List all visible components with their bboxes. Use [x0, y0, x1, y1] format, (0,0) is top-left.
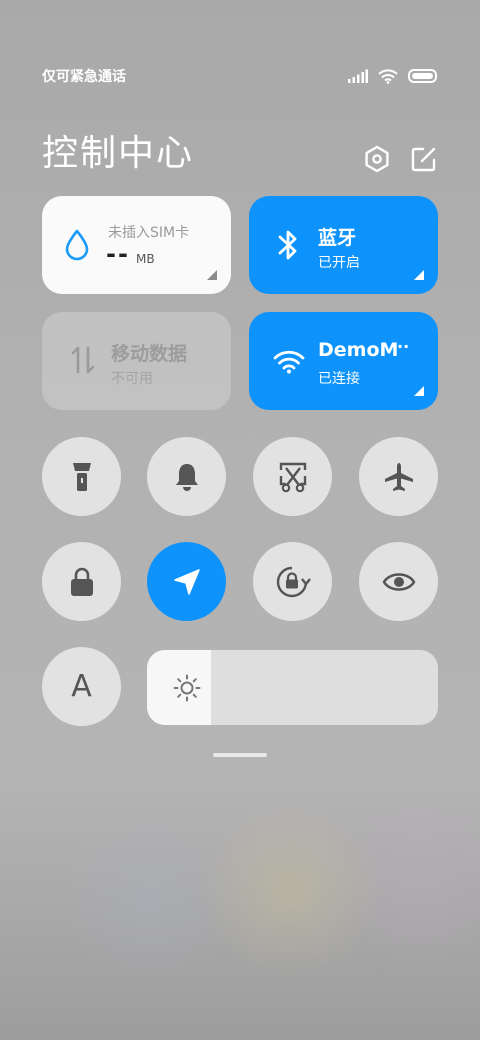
- location-toggle[interactable]: [147, 542, 226, 621]
- data-arrows-icon: [71, 346, 95, 374]
- settings-hex-icon[interactable]: [362, 144, 392, 174]
- flashlight-toggle[interactable]: [42, 437, 121, 516]
- airplane-icon: [384, 462, 413, 491]
- bluetooth-label: 蓝牙: [318, 227, 357, 249]
- screenshot-scissors-icon: [279, 462, 306, 492]
- wifi-tile[interactable]: DemoM ·· 已连接: [249, 312, 438, 410]
- edit-icon[interactable]: [409, 144, 439, 174]
- bluetooth-status: 已开启: [318, 255, 360, 271]
- panel-drag-handle[interactable]: [213, 753, 267, 757]
- airplane-mode-toggle[interactable]: [359, 437, 438, 516]
- data-usage-value: --: [106, 240, 130, 268]
- letter-a-icon: A: [71, 669, 92, 704]
- wifi-icon: [378, 68, 398, 84]
- bluetooth-icon: [278, 230, 297, 260]
- wifi-name-ellipsis: ··: [397, 337, 410, 356]
- sun-icon: [173, 674, 201, 702]
- battery-icon: [408, 69, 437, 83]
- flashlight-icon: [72, 462, 91, 491]
- ringer-toggle[interactable]: [147, 437, 226, 516]
- reading-mode-toggle[interactable]: [359, 542, 438, 621]
- expand-corner-icon: [414, 270, 424, 280]
- screenshot-toggle[interactable]: [253, 437, 332, 516]
- data-usage-unit: MB: [136, 252, 155, 266]
- rotation-lock-toggle[interactable]: [253, 542, 332, 621]
- expand-corner-icon: [414, 386, 424, 396]
- bluetooth-tile[interactable]: 蓝牙 已开启: [249, 196, 438, 294]
- auto-brightness-toggle[interactable]: A: [42, 647, 121, 726]
- expand-corner-icon: [207, 270, 217, 280]
- wifi-network-name: DemoM: [318, 339, 399, 361]
- location-arrow-icon: [173, 568, 200, 595]
- signal-icon: [348, 69, 368, 83]
- rotation-lock-icon: [276, 566, 311, 597]
- sim-status-label: 未插入SIM卡: [108, 225, 190, 241]
- mobile-data-tile[interactable]: 移动数据 不可用: [42, 312, 231, 410]
- eye-icon: [382, 572, 415, 591]
- page-title: 控制中心: [42, 133, 195, 174]
- status-bar: 仅可紧急通话: [42, 64, 438, 88]
- wifi-status: 已连接: [318, 371, 360, 387]
- lock-icon: [70, 567, 93, 596]
- bell-icon: [175, 463, 198, 491]
- wifi-icon: [273, 350, 305, 374]
- carrier-status-text: 仅可紧急通话: [42, 69, 126, 85]
- data-usage-tile[interactable]: 未插入SIM卡 -- MB: [42, 196, 231, 294]
- brightness-slider[interactable]: [147, 650, 438, 725]
- lock-screen-toggle[interactable]: [42, 542, 121, 621]
- mobile-data-status: 不可用: [111, 371, 153, 387]
- status-icons: [348, 68, 438, 84]
- water-drop-icon: [65, 229, 89, 261]
- mobile-data-label: 移动数据: [111, 343, 188, 365]
